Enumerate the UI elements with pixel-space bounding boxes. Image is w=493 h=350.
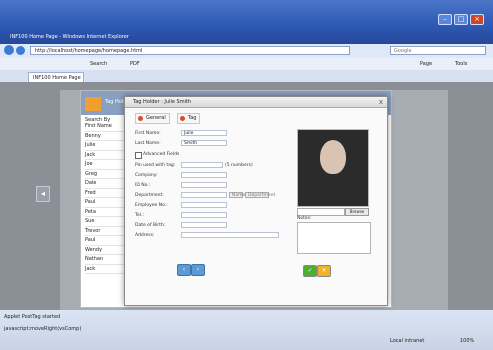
advanced-fields-checkbox[interactable] [135, 152, 142, 159]
tag-holder-list: First Name Benny Julie Jack Joe Greg Dale Fred P… [81, 123, 125, 303]
list-item[interactable]: Sue [85, 218, 125, 227]
id-field[interactable] [181, 182, 227, 188]
minimize-button[interactable]: – [438, 14, 452, 25]
list-item[interactable]: Trevor [85, 228, 125, 236]
pin-field[interactable] [181, 162, 223, 168]
tag-holder-photo [297, 129, 369, 207]
department-label: Department: [135, 193, 164, 198]
tel-field[interactable] [181, 212, 227, 218]
tel-label: Tel.: [135, 213, 144, 218]
list-item[interactable]: Julie [85, 142, 125, 151]
person-icon [85, 97, 101, 111]
first-name-field[interactable]: Julie [181, 130, 227, 136]
pdf-button[interactable]: PDF [130, 58, 140, 70]
dialog-close-button[interactable]: x [379, 98, 383, 106]
status-bar: Applet PostTag started javascript:moveRi… [0, 310, 493, 350]
dob-label: Date of Birth: [135, 223, 166, 228]
list-item[interactable]: Jack [85, 266, 125, 274]
list-item[interactable]: Nathan [85, 256, 125, 265]
status-message: Applet PostTag started [4, 314, 61, 320]
search-input[interactable]: Google [390, 46, 486, 55]
last-name-field[interactable]: Smith [181, 140, 227, 146]
previous-button[interactable]: ‹ [177, 264, 191, 276]
forward-icon[interactable] [16, 46, 25, 55]
company-field[interactable] [181, 172, 227, 178]
maximize-button[interactable]: □ [454, 14, 468, 25]
list-item[interactable]: Peta [85, 209, 125, 217]
list-item[interactable]: Paul [85, 237, 125, 246]
status-link: javascript:moveRight(vsComp) [4, 326, 82, 332]
notes-label: Notes: [297, 216, 312, 221]
photo-path-field[interactable] [297, 208, 345, 216]
tag-tab-icon [180, 116, 185, 121]
dialog-title: Tag Holder : Julie Smith [133, 99, 192, 105]
search-button[interactable]: Search [90, 58, 107, 70]
cancel-button[interactable]: ✕ [317, 265, 331, 277]
tools-menu[interactable]: Tools [455, 58, 467, 70]
pin-hint: (5 numbers) [225, 163, 253, 168]
browse-button[interactable]: Browse [345, 208, 369, 216]
department-button[interactable]: Department [245, 192, 275, 198]
address-label: Address: [135, 233, 155, 238]
tab-home-page[interactable]: INF100 Home Page [28, 72, 84, 82]
list-item[interactable]: Benny [85, 133, 125, 141]
last-name-label: Last Name: [135, 141, 161, 146]
list-item[interactable]: Greg [85, 171, 125, 179]
notes-textarea[interactable] [297, 222, 371, 254]
browser-title-bar: INF100 Home Page - Windows Internet Expl… [0, 0, 493, 44]
dialog-title-bar: Tag Holder : Julie Smith x [125, 97, 387, 108]
company-label: Company: [135, 173, 158, 178]
list-item[interactable]: Joe [85, 161, 125, 170]
pin-label: Pin used with tag: [135, 163, 176, 168]
address-input[interactable]: http://localhost/homepage/homepage.html [30, 46, 350, 55]
dob-field[interactable] [181, 222, 227, 228]
close-window-button[interactable]: × [470, 14, 484, 25]
list-item[interactable]: Wendy [85, 247, 125, 255]
zoom-level[interactable]: 100% [460, 338, 474, 344]
security-zone: Local intranet [390, 338, 425, 344]
id-label: ID No.: [135, 183, 151, 188]
page-menu[interactable]: Page [420, 58, 432, 70]
next-button[interactable]: › [191, 264, 205, 276]
list-item[interactable]: Jack [85, 152, 125, 160]
address-field[interactable] [181, 232, 279, 238]
list-item[interactable]: First Name [85, 123, 125, 132]
general-tab-icon [138, 116, 143, 121]
tab-tag[interactable]: Tag [177, 113, 201, 124]
list-item[interactable]: Fred [85, 190, 125, 198]
employee-field[interactable] [181, 202, 227, 208]
department-field[interactable] [181, 192, 227, 198]
face-shape [320, 140, 346, 174]
advanced-fields-label: Advanced Fields [143, 152, 180, 157]
window-title: INF100 Home Page - Windows Internet Expl… [10, 34, 129, 40]
page-nav-arrow-icon[interactable]: ◂ [36, 186, 50, 202]
first-name-label: First Name: [135, 131, 161, 136]
address-bar-row: http://localhost/homepage/homepage.html … [0, 44, 493, 59]
list-item[interactable]: Dale [85, 180, 125, 189]
name-button[interactable]: Name [229, 192, 245, 198]
tag-holder-dialog: Tag Holder : Julie Smith x General Tag F… [124, 96, 388, 306]
ok-button[interactable]: ✓ [303, 265, 317, 277]
tab-general[interactable]: General [135, 113, 170, 124]
back-icon[interactable] [4, 45, 14, 55]
list-item[interactable]: Paul [85, 199, 125, 208]
employee-label: Employee No.: [135, 203, 168, 208]
